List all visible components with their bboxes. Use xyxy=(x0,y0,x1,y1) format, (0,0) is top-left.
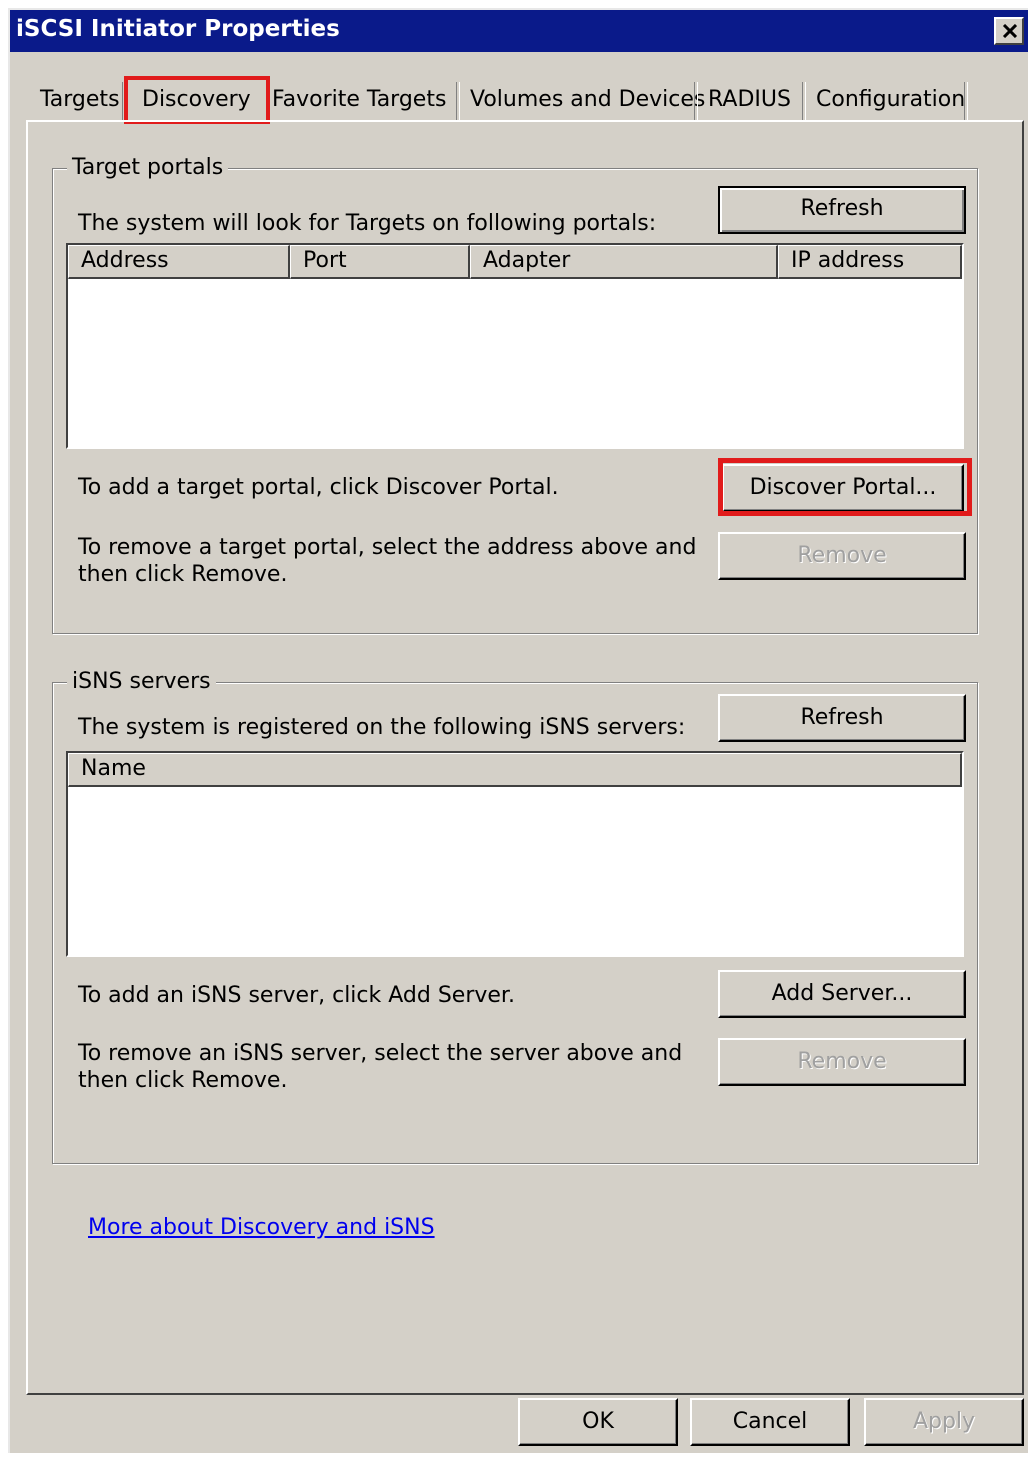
isns-servers-title: iSNS servers xyxy=(67,669,216,695)
remove-portal-hint-line2: then click Remove. xyxy=(78,562,288,587)
tab-separator xyxy=(964,82,968,120)
tab-targets[interactable]: Targets xyxy=(32,76,128,124)
tab-separator xyxy=(694,82,698,120)
add-isns-hint: To add an iSNS server, click Add Server. xyxy=(78,983,515,1008)
remove-portal-hint-line1: To remove a target portal, select the ad… xyxy=(78,535,697,560)
ok-button[interactable]: OK xyxy=(518,1398,678,1446)
column-header-name[interactable]: Name xyxy=(68,753,962,787)
target-portals-title: Target portals xyxy=(67,155,229,181)
remove-isns-button[interactable]: Remove xyxy=(718,1038,966,1086)
iscsi-properties-dialog: iSCSI Initiator Properties Targets Disco… xyxy=(8,8,1028,1453)
close-button[interactable] xyxy=(994,17,1024,45)
tab-favorite-targets[interactable]: Favorite Targets xyxy=(264,76,454,124)
add-portal-hint: To add a target portal, click Discover P… xyxy=(78,475,559,500)
remove-isns-hint-line1: To remove an iSNS server, select the ser… xyxy=(78,1041,683,1066)
remove-isns-hint-line2: then click Remove. xyxy=(78,1068,288,1093)
column-header-address[interactable]: Address xyxy=(68,245,290,279)
cancel-button[interactable]: Cancel xyxy=(690,1398,850,1446)
tab-volumes-and-devices[interactable]: Volumes and Devices xyxy=(462,76,713,124)
tab-configuration[interactable]: Configuration xyxy=(808,76,973,124)
tab-separator xyxy=(456,82,460,120)
remove-isns-label: Remove xyxy=(797,1049,887,1074)
remove-portal-button[interactable]: Remove xyxy=(718,532,966,580)
target-portals-list[interactable]: Address Port Adapter IP address xyxy=(66,243,964,449)
isns-servers-list[interactable]: Name xyxy=(66,751,964,957)
target-portals-refresh-button[interactable]: Refresh xyxy=(718,186,966,234)
tab-separator xyxy=(802,82,806,120)
discover-portal-highlight xyxy=(718,458,972,516)
isns-refresh-label: Refresh xyxy=(800,705,884,730)
close-icon xyxy=(1002,24,1018,38)
column-header-adapter[interactable]: Adapter xyxy=(470,245,778,279)
isns-refresh-button[interactable]: Refresh xyxy=(718,694,966,742)
apply-button[interactable]: Apply xyxy=(864,1398,1024,1446)
column-header-ip-address[interactable]: IP address xyxy=(778,245,962,279)
ok-label: OK xyxy=(582,1409,614,1434)
target-portals-description: The system will look for Targets on foll… xyxy=(78,211,657,236)
isns-description: The system is registered on the followin… xyxy=(78,715,686,740)
refresh-label: Refresh xyxy=(800,196,884,221)
add-server-button[interactable]: Add Server... xyxy=(718,970,966,1018)
tab-radius[interactable]: RADIUS xyxy=(700,76,799,124)
tab-discovery[interactable]: Discovery xyxy=(124,76,270,124)
add-server-label: Add Server... xyxy=(771,981,913,1006)
apply-label: Apply xyxy=(912,1409,976,1434)
remove-portal-label: Remove xyxy=(797,543,887,568)
help-link[interactable]: More about Discovery and iSNS xyxy=(88,1214,435,1242)
cancel-label: Cancel xyxy=(732,1409,808,1434)
column-header-port[interactable]: Port xyxy=(290,245,470,279)
title-bar: iSCSI Initiator Properties xyxy=(10,10,1028,52)
window-title: iSCSI Initiator Properties xyxy=(16,16,340,42)
